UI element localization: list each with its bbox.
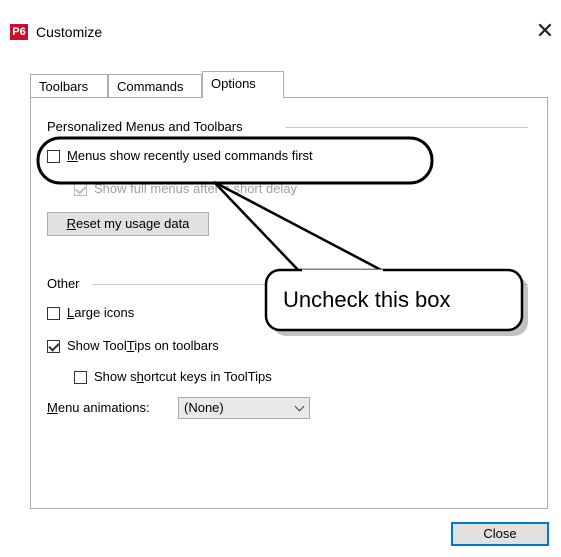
full-menus-label[interactable]: Show full menus after a short delay [94,181,297,196]
group-personalized-menus-label: Personalized Menus and Toolbars [47,119,243,134]
full-menus-checkbox[interactable] [74,183,87,196]
show-tooltips-label[interactable]: Show ToolTips on toolbars [67,338,219,353]
chevron-down-icon [294,401,305,412]
tab-toolbars[interactable]: Toolbars [30,74,108,98]
tab-options[interactable]: Options [202,71,284,98]
title-bar: P6 Customize ✕ [0,0,561,44]
show-tooltips-checkbox[interactable] [47,340,60,353]
shortcut-keys-checkbox[interactable] [74,371,87,384]
recent-commands-label[interactable]: Menus show recently used commands first [67,148,313,163]
tab-commands[interactable]: Commands [108,74,202,98]
window-title: Customize [36,24,103,40]
recent-commands-checkbox[interactable] [47,150,60,163]
group-other-label: Other [47,276,80,291]
large-icons-checkbox[interactable] [47,307,60,320]
menu-animations-value: (None) [184,400,224,415]
large-icons-label[interactable]: Large icons [67,305,134,320]
menu-animations-label: Menu animations: [47,400,150,415]
callout-text: Uncheck this box [283,287,451,312]
group-separator [286,127,528,128]
reset-usage-data-button[interactable]: Reset my usage data [47,212,209,236]
close-icon[interactable]: ✕ [530,16,560,46]
group-separator [92,284,528,285]
close-button[interactable]: Close [451,522,549,546]
p6-app-icon: P6 [10,24,28,40]
menu-animations-select[interactable]: (None) [178,397,310,419]
shortcut-keys-label[interactable]: Show shortcut keys in ToolTips [94,369,272,384]
